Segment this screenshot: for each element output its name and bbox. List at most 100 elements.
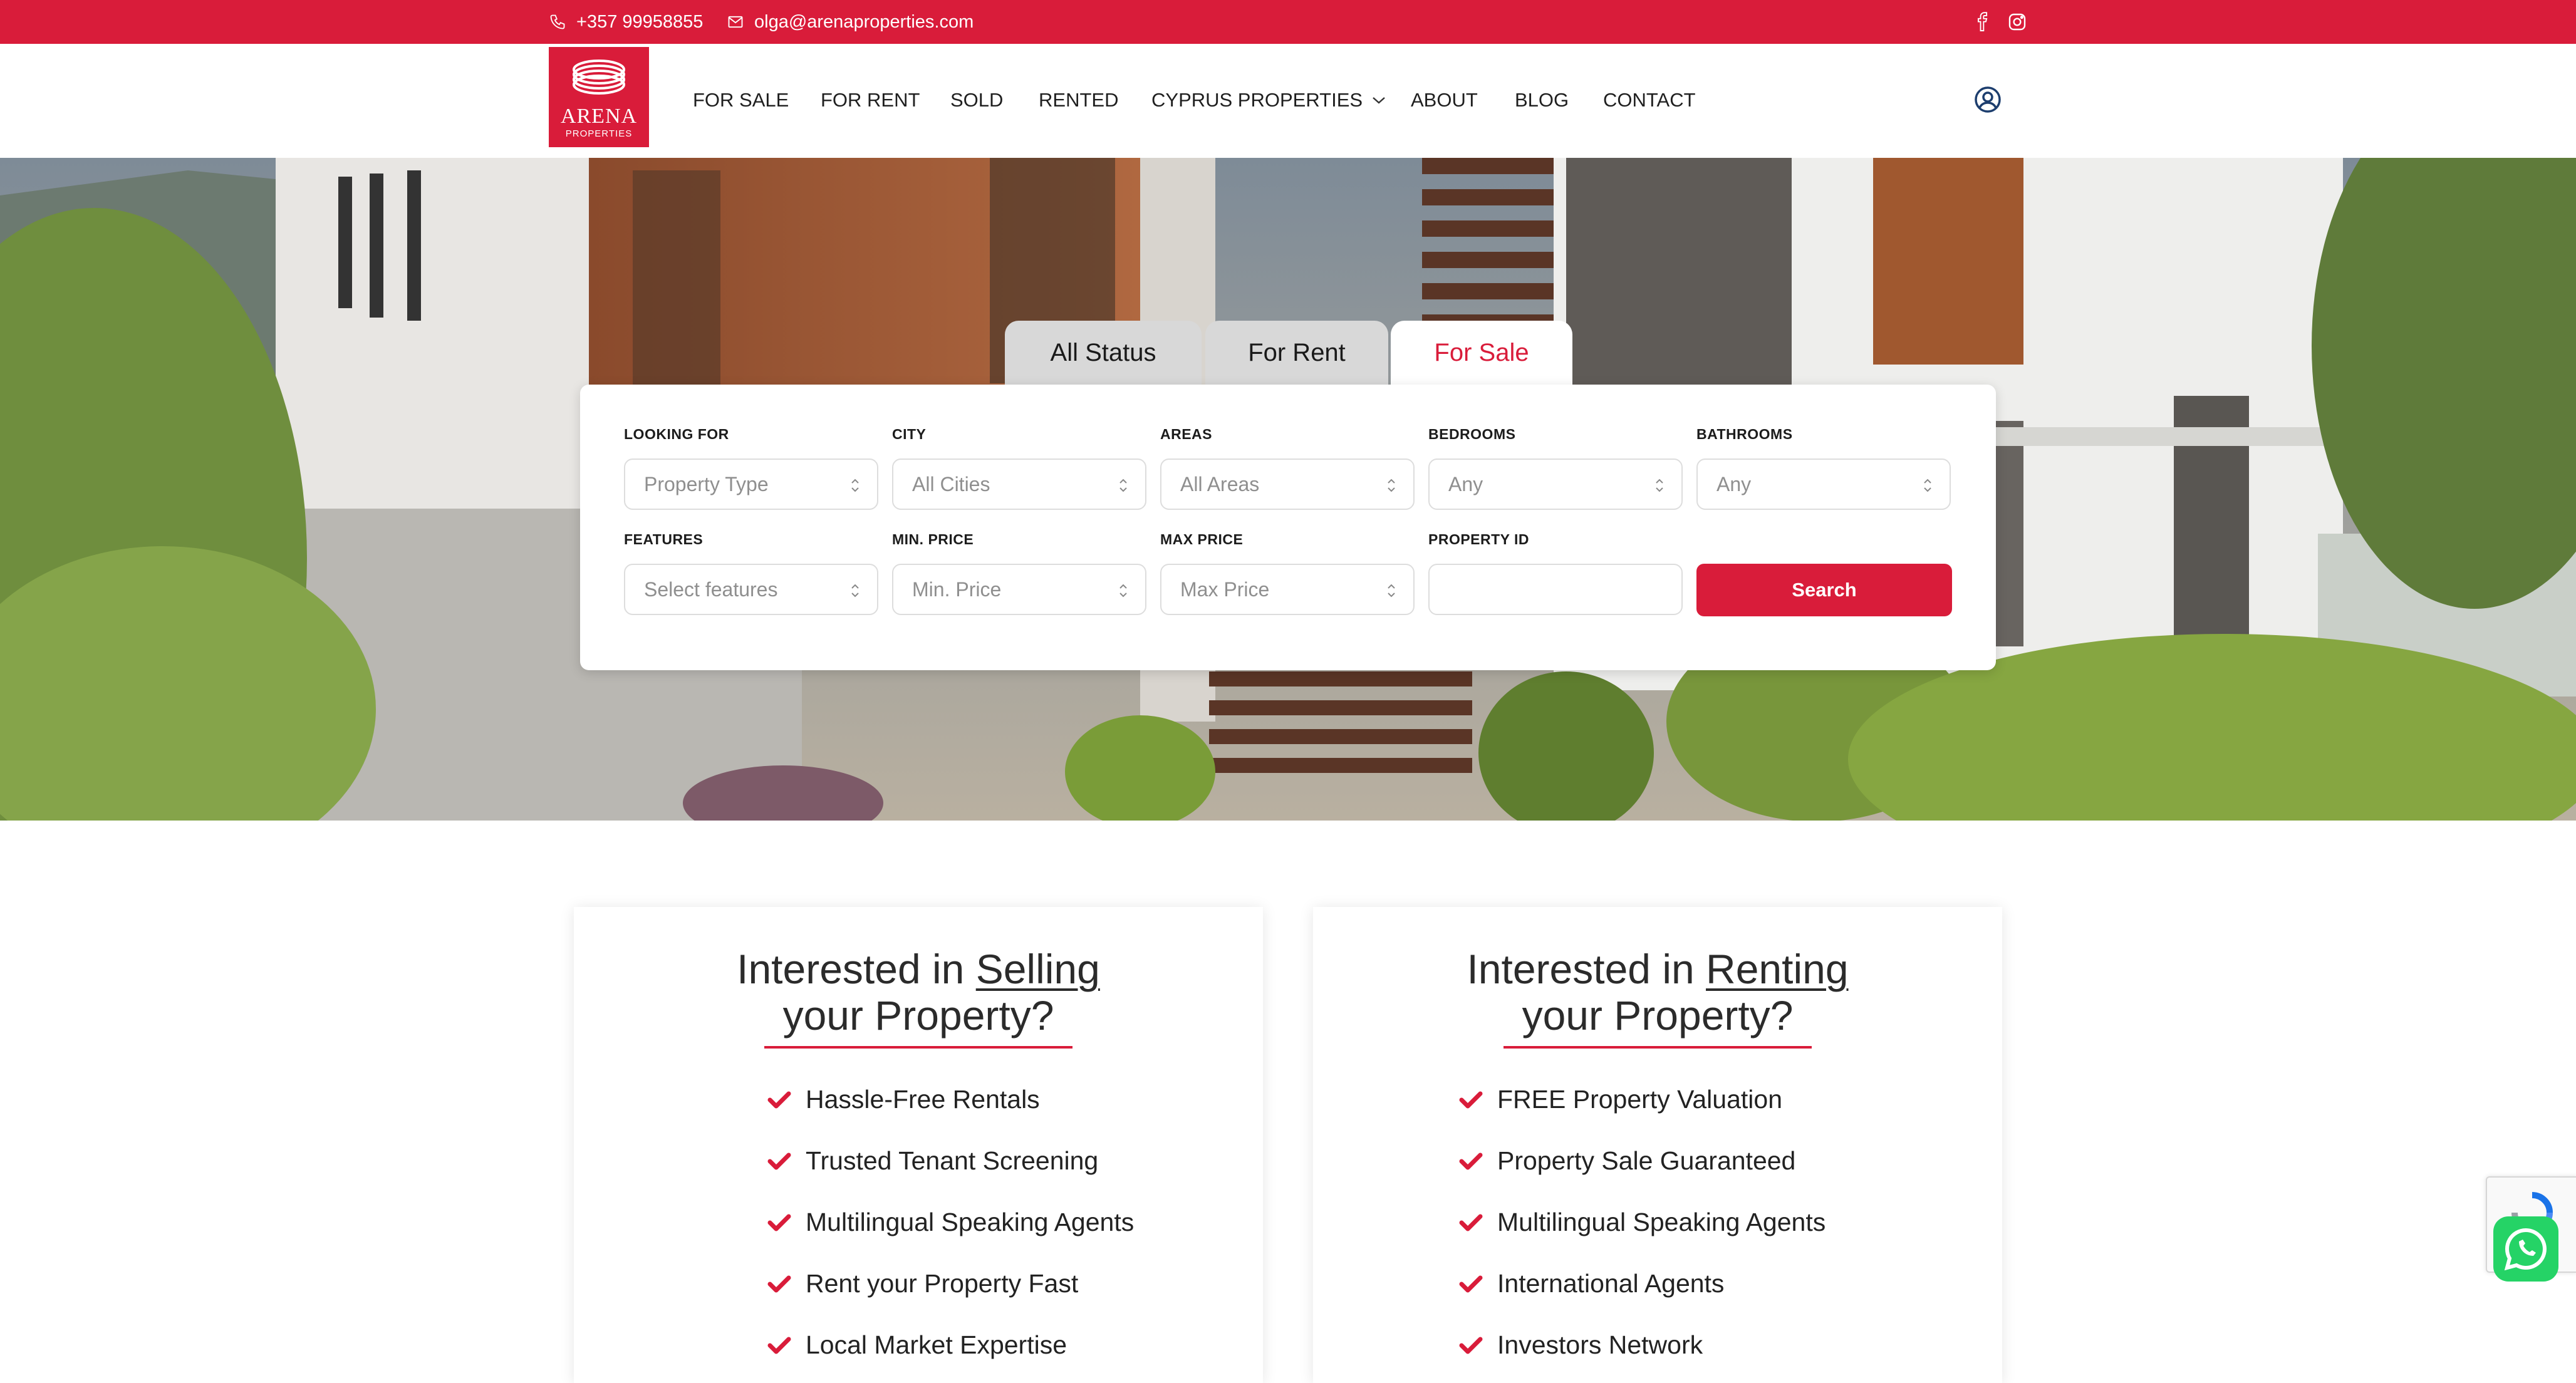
nav-label: FOR SALE [693,89,789,111]
tab-label: For Rent [1248,338,1346,366]
title-suffix: your Property? [1522,992,1794,1039]
phone-number: +357 99958855 [576,11,704,32]
select-arrows-icon [851,584,859,598]
nav-contact[interactable]: CONTACT [1603,89,1696,111]
looking-for-label: LOOKING FOR [624,426,729,442]
list-item-text: Trusted Tenant Screening [806,1146,1099,1175]
select-arrows-icon [851,479,859,492]
select-arrows-icon [1388,584,1395,598]
title-emphasis: Renting [1706,946,1849,992]
select-arrows-icon [1119,479,1127,492]
whatsapp-chat-button[interactable] [2493,1216,2558,1282]
list-item: FREE Property Valuation [1458,1085,1782,1114]
nav-about[interactable]: ABOUT [1411,89,1478,111]
tab-for-sale[interactable]: For Sale [1391,321,1572,385]
check-icon [767,1275,791,1292]
bedrooms-select[interactable]: Any [1428,458,1683,510]
site-logo[interactable]: ARENA PROPERTIES [549,47,649,147]
logo-emblem [573,60,625,95]
title-prefix: Interested in [1467,946,1706,992]
features-label: FEATURES [624,531,704,547]
tab-for-rent[interactable]: For Rent [1205,321,1388,385]
list-item-text: Hassle-Free Rentals [806,1085,1040,1114]
title-underline [1504,1046,1812,1049]
mail-icon [728,16,743,28]
areas-select[interactable]: All Areas [1160,458,1415,510]
nav-sold[interactable]: SOLD [950,89,1003,111]
select-value: All Areas [1180,472,1260,495]
nav-for-sale[interactable]: FOR SALE [693,89,789,111]
check-icon [1459,1275,1483,1292]
select-value: Any [1716,472,1752,495]
email-link[interactable]: olga@arenaproperties.com [727,0,974,44]
select-arrows-icon [1388,479,1395,492]
title-suffix: your Property? [782,992,1054,1039]
phone-link[interactable]: +357 99958855 [549,0,703,44]
logo-subtitle: PROPERTIES [565,128,633,139]
select-value: All Cities [912,472,990,495]
list-item-text: Property Sale Guaranteed [1497,1146,1796,1175]
check-icon [1459,1152,1483,1169]
nav-label: BLOG [1515,89,1569,111]
selling-card-title: Interested in Selling your Property? [574,946,1263,1039]
nav-blog[interactable]: BLOG [1515,89,1569,111]
list-item-text: Rent your Property Fast [806,1269,1079,1298]
city-select[interactable]: All Cities [892,458,1146,510]
list-item: Hassle-Free Rentals [767,1085,1040,1114]
whatsapp-icon [2504,1228,2547,1271]
site-header: ARENA PROPERTIES FOR SALE FOR RENT SOLD … [0,44,2576,158]
nav-cyprus-properties[interactable]: CYPRUS PROPERTIES [1151,89,1386,111]
selling-card: Interested in Selling your Property? Has… [574,907,1263,1383]
max-price-select[interactable]: Max Price [1160,564,1415,615]
check-icon [767,1337,791,1354]
select-value: Select features [644,578,778,601]
instagram-link[interactable] [2007,0,2027,44]
property-id-input[interactable] [1428,564,1683,615]
nav-label: CONTACT [1603,89,1696,111]
nav-label: RENTED [1039,89,1119,111]
select-value: Max Price [1180,578,1270,601]
title-emphasis: Selling [975,946,1100,992]
tab-all-status[interactable]: All Status [1005,321,1202,385]
check-icon [767,1214,791,1231]
list-item-text: Local Market Expertise [806,1330,1067,1359]
list-item: Local Market Expertise [767,1330,1067,1360]
nav-label: FOR RENT [821,89,920,111]
min-price-select[interactable]: Min. Price [892,564,1146,615]
select-value: Any [1448,472,1483,495]
features-select[interactable]: Select features [624,564,878,615]
check-icon [767,1091,791,1108]
list-item-text: International Agents [1497,1269,1725,1298]
logo-name: ARENA [560,105,638,128]
nav-for-rent[interactable]: FOR RENT [821,89,920,111]
list-item: International Agents [1458,1269,1724,1298]
select-value: Min. Price [912,578,1002,601]
bathrooms-label: BATHROOMS [1696,426,1793,442]
top-bar: +357 99958855 olga@arenaproperties.com [0,0,2576,44]
list-item: Investors Network [1458,1330,1703,1360]
list-item-text: Multilingual Speaking Agents [806,1208,1135,1236]
nav-rented[interactable]: RENTED [1039,89,1118,111]
select-arrows-icon [1119,584,1127,598]
chevron-down-icon [1373,97,1385,104]
max-price-label: MAX PRICE [1160,531,1244,547]
user-account-icon[interactable] [1973,85,2002,114]
nav-label: SOLD [950,89,1004,111]
city-label: CITY [892,426,927,442]
property-type-select[interactable]: Property Type [624,458,878,510]
list-item-text: FREE Property Valuation [1497,1085,1783,1114]
list-item: Multilingual Speaking Agents [767,1208,1134,1237]
list-item: Trusted Tenant Screening [767,1146,1098,1176]
search-button[interactable]: Search [1696,564,1952,616]
check-icon [1459,1091,1483,1108]
property-id-label: PROPERTY ID [1428,531,1529,547]
nav-label: ABOUT [1411,89,1478,111]
bathrooms-select[interactable]: Any [1696,458,1951,510]
list-item: Multilingual Speaking Agents [1458,1208,1826,1237]
renting-card-title: Interested in Renting your Property? [1313,946,2002,1039]
renting-card: Interested in Renting your Property? FRE… [1313,907,2002,1383]
select-arrows-icon [1924,479,1931,492]
phone-icon [550,14,565,29]
facebook-link[interactable] [1975,0,1991,44]
list-item-text: Multilingual Speaking Agents [1497,1208,1826,1236]
